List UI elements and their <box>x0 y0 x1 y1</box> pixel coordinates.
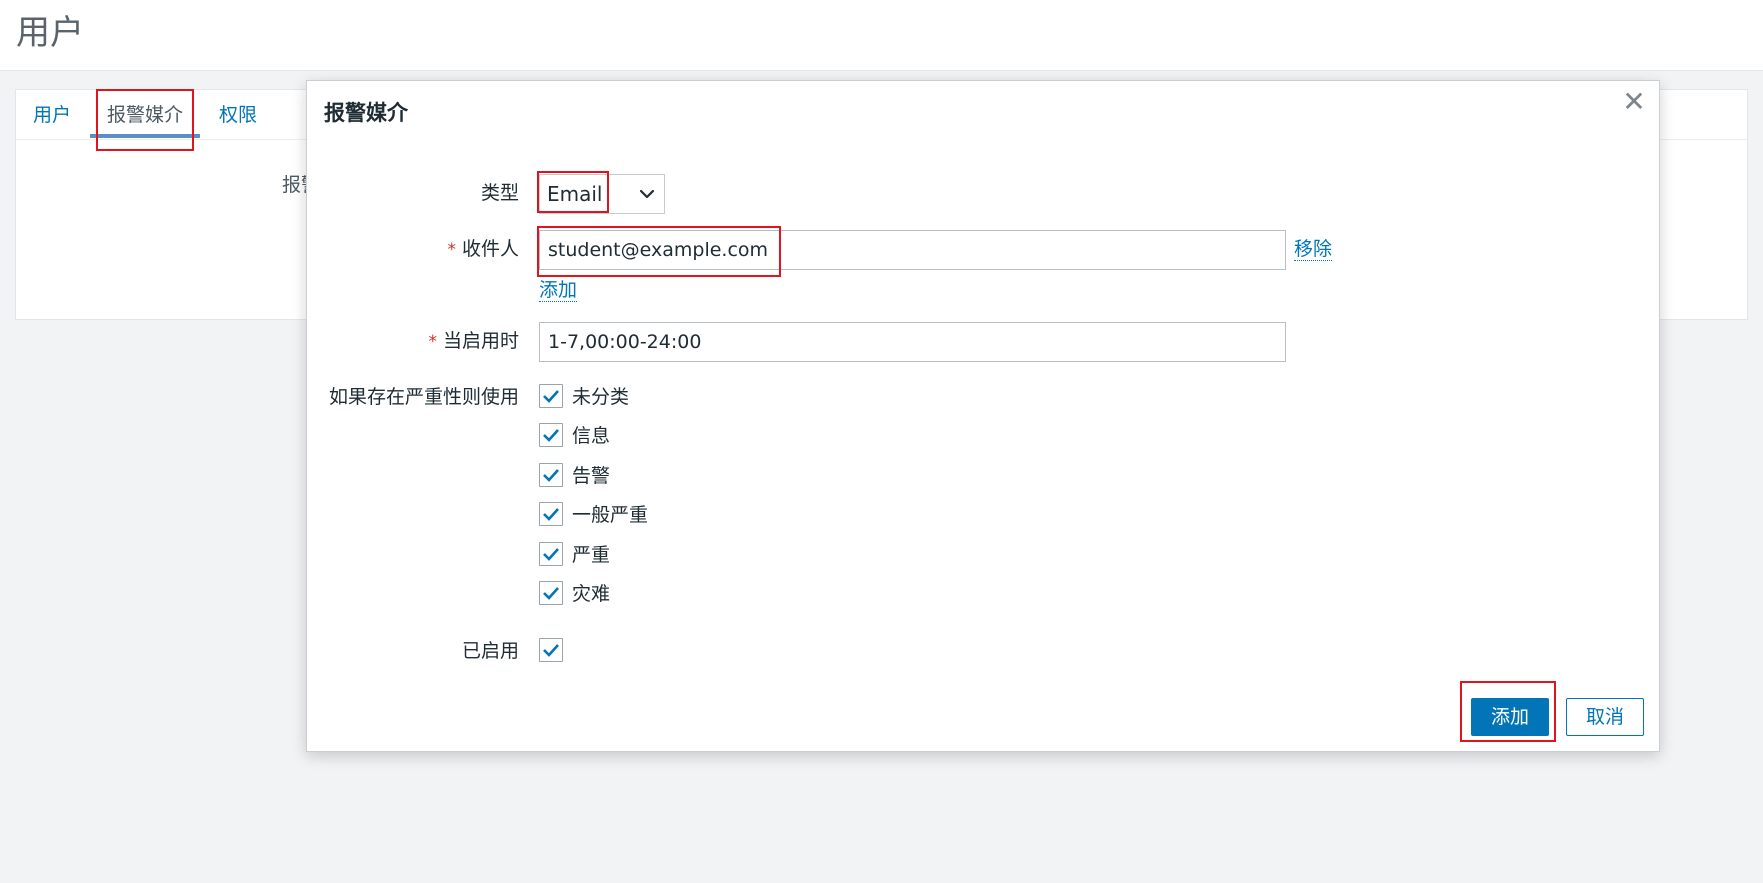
check-icon <box>543 508 559 521</box>
check-icon <box>543 390 559 403</box>
chevron-down-icon <box>639 189 655 199</box>
add-button[interactable]: 添加 <box>1471 698 1549 736</box>
check-icon <box>543 429 559 442</box>
severity-label-text: 如果存在严重性则使用 <box>328 386 519 408</box>
type-label: 类型 <box>481 180 519 206</box>
enabled-label: 已启用 <box>462 638 519 664</box>
checkbox-warning[interactable] <box>539 463 563 487</box>
tab-permissions[interactable]: 权限 <box>219 102 257 128</box>
checkbox-information[interactable] <box>539 423 563 447</box>
checkbox-disaster[interactable] <box>539 581 563 605</box>
checkbox-average[interactable] <box>539 502 563 526</box>
type-label-text: 类型 <box>480 182 519 204</box>
check-icon <box>543 469 559 482</box>
close-icon[interactable]: ✕ <box>1619 87 1649 117</box>
page-header: 用户 <box>0 0 1763 71</box>
active-tab-indicator <box>90 134 200 138</box>
severity-option-label: 严重 <box>572 544 611 566</box>
when-active-input[interactable] <box>539 322 1286 362</box>
severity-option-label: 未分类 <box>572 386 630 408</box>
type-select[interactable]: Email <box>539 174 665 214</box>
required-marker: * <box>447 240 456 260</box>
recipient-label: * 收件人 <box>447 236 519 263</box>
media-dialog: 报警媒介 ✕ 类型 Email *收件人 移除 添加 *当启用时 如果存在严重性… <box>306 80 1660 752</box>
checkbox-enabled[interactable] <box>539 638 563 662</box>
severity-option-label: 告警 <box>572 465 611 487</box>
recipient-input[interactable] <box>539 230 1286 270</box>
type-select-value: Email <box>547 182 603 206</box>
add-recipient-link[interactable]: 添加 <box>539 279 578 302</box>
dialog-title: 报警媒介 <box>324 101 408 125</box>
remove-recipient-link[interactable]: 移除 <box>1294 238 1333 261</box>
checkbox-not-classified[interactable] <box>539 384 563 408</box>
when-active-label: * 当启用时 <box>428 328 519 355</box>
enabled-label-text: 已启用 <box>461 640 519 662</box>
severity-option-label: 灾难 <box>572 583 611 605</box>
check-icon <box>543 644 559 657</box>
severity-option-label: 信息 <box>572 425 611 447</box>
severity-option-label: 一般严重 <box>572 504 649 526</box>
tab-media[interactable]: 报警媒介 <box>107 102 183 128</box>
page-title: 用户 <box>16 13 84 53</box>
when-active-label-text: 当启用时 <box>442 330 519 352</box>
required-marker: * <box>428 332 437 352</box>
check-icon <box>543 587 559 600</box>
cancel-button[interactable]: 取消 <box>1566 698 1644 736</box>
checkbox-high[interactable] <box>539 542 563 566</box>
recipient-label-text: 收件人 <box>461 238 519 260</box>
check-icon <box>543 548 559 561</box>
severity-label: 如果存在严重性则使用 <box>329 384 519 410</box>
tab-user[interactable]: 用户 <box>33 102 71 128</box>
